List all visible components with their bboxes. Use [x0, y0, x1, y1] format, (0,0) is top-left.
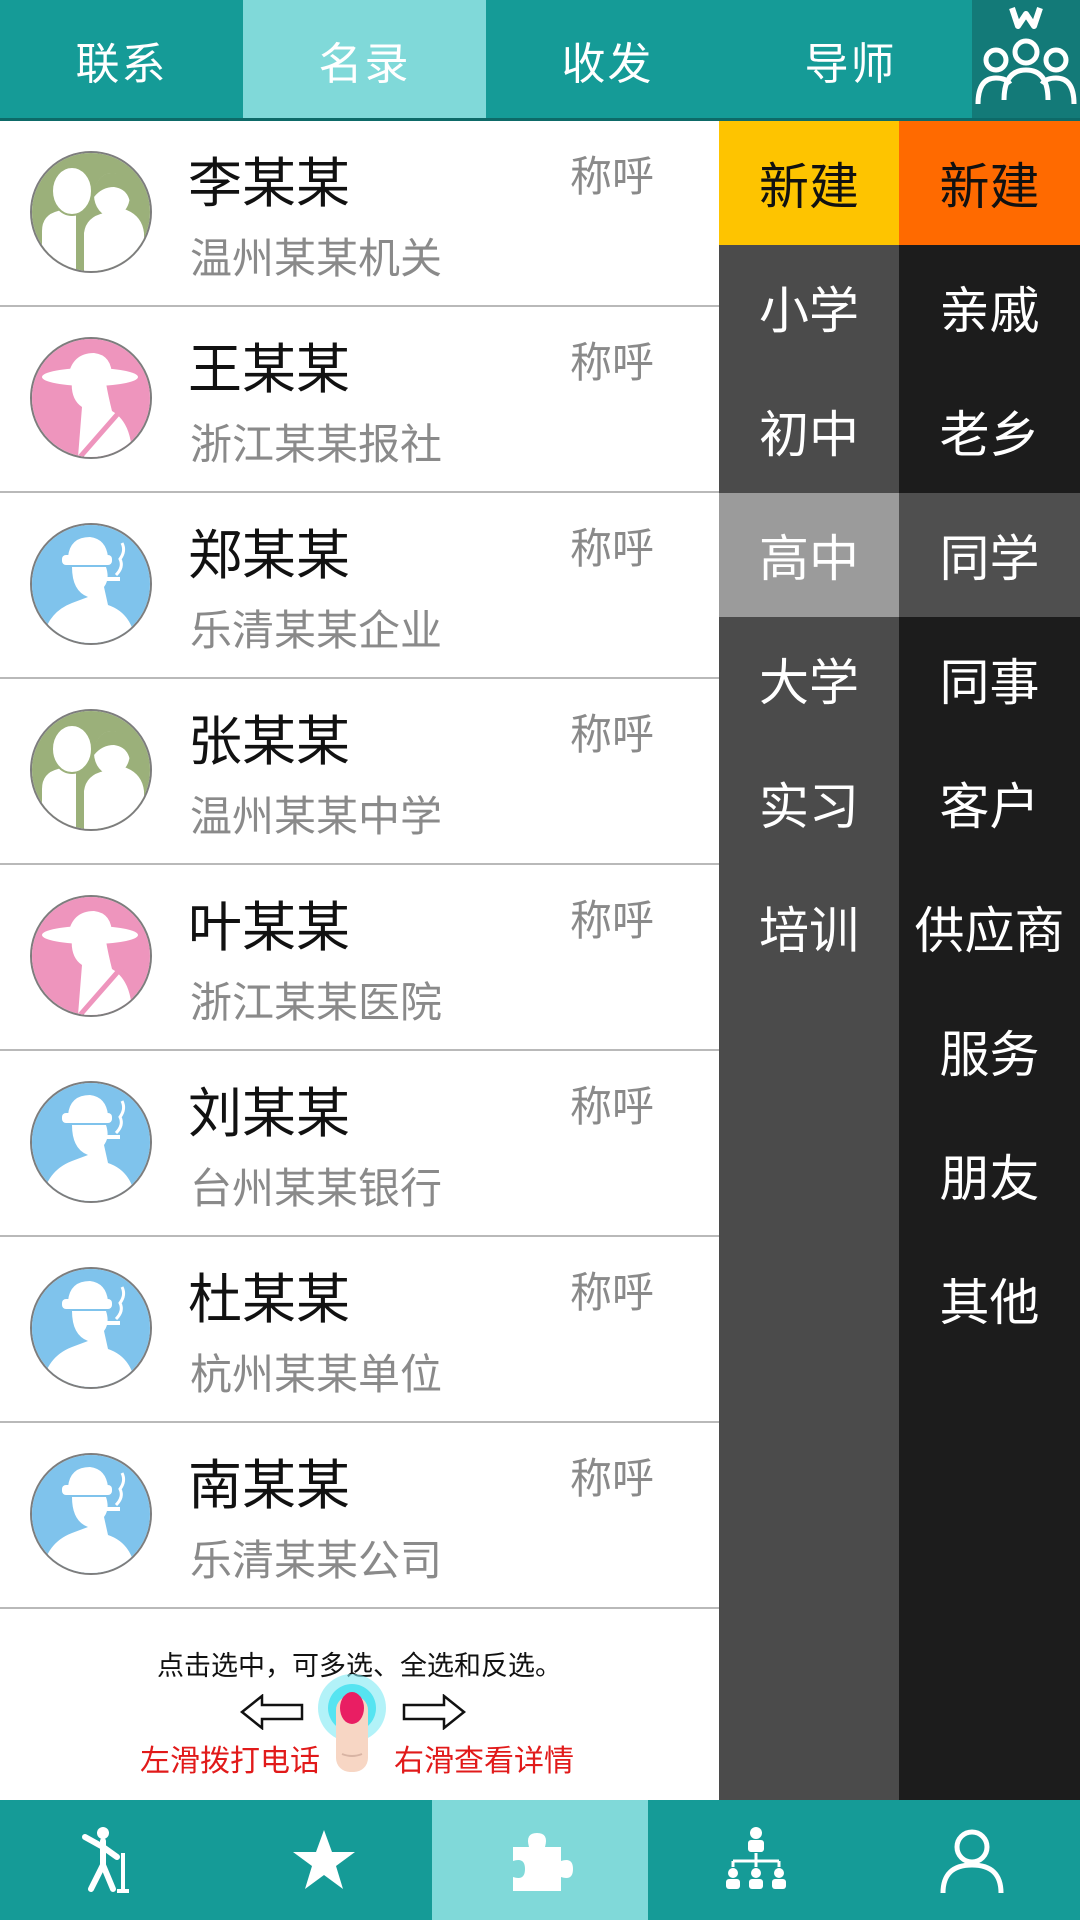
nav-organization[interactable] [648, 1800, 864, 1920]
arrow-left-icon [240, 1694, 304, 1730]
people-group-logo-icon[interactable] [972, 0, 1080, 120]
category-item[interactable]: 同事 [899, 617, 1080, 741]
tab-messages[interactable]: 收发 [486, 0, 729, 120]
contact-appellation: 称呼 [570, 710, 655, 759]
contact-appellation: 称呼 [570, 524, 655, 573]
category-item[interactable]: 初中 [719, 369, 899, 493]
gesture-hint: 点击选中，可多选、全选和反选。 左滑拨打电话 右滑查看详情 [0, 1612, 719, 1800]
man-hat-avatar-icon [30, 1267, 152, 1389]
contact-org: 乐清某某公司 [190, 1536, 443, 1585]
category-column-school: 新建 小学 初中 高中 大学 实习 培训 [719, 121, 899, 1801]
man-hat-avatar-icon [30, 1453, 152, 1575]
contact-org: 杭州某某单位 [190, 1350, 443, 1399]
contact-appellation: 称呼 [570, 1454, 655, 1503]
org-chart-icon [726, 1827, 786, 1889]
tab-mentor[interactable]: 导师 [729, 0, 972, 120]
contact-name: 南某某 [188, 1454, 350, 1517]
contact-row[interactable]: 张某某 温州某某中学 称呼 [0, 679, 719, 865]
woman-hat-avatar-icon [30, 895, 152, 1017]
contact-row[interactable]: 王某某 浙江某某报社 称呼 [0, 307, 719, 493]
contact-row[interactable]: 杜某某 杭州某某单位 称呼 [0, 1237, 719, 1423]
contact-appellation: 称呼 [570, 338, 655, 387]
top-tab-bar: 联系 名录 收发 导师 [0, 0, 1080, 120]
man-hat-avatar-icon [30, 1081, 152, 1203]
new-category-button[interactable]: 新建 [899, 121, 1080, 245]
star-icon [293, 1830, 355, 1889]
contact-row[interactable]: 刘某某 台州某某银行 称呼 [0, 1051, 719, 1237]
contact-org: 浙江某某报社 [190, 420, 443, 469]
contact-org: 温州某某中学 [190, 792, 443, 841]
category-item[interactable]: 亲戚 [899, 245, 1080, 369]
tab-contact[interactable]: 联系 [0, 0, 243, 120]
contact-appellation: 称呼 [570, 1268, 655, 1317]
contact-row[interactable]: 郑某某 乐清某某企业 称呼 [0, 493, 719, 679]
category-item[interactable]: 小学 [719, 245, 899, 369]
category-item[interactable]: 大学 [719, 617, 899, 741]
category-item[interactable]: 实习 [719, 741, 899, 865]
contact-appellation: 称呼 [570, 152, 655, 201]
couple-avatar-icon [30, 709, 152, 831]
contact-name: 张某某 [188, 710, 350, 773]
category-item[interactable]: 朋友 [899, 1113, 1080, 1237]
contact-row[interactable]: 李某某 温州某某机关 称呼 [0, 121, 719, 307]
nav-profile[interactable] [864, 1800, 1080, 1920]
contact-list: 李某某 温州某某机关 称呼 王某某 浙江某某报社 称呼 郑某某 乐清某某企业 称… [0, 121, 719, 1611]
nav-favorites[interactable] [216, 1800, 432, 1920]
couple-avatar-icon [30, 151, 152, 273]
category-item[interactable]: 供应商 [899, 865, 1080, 989]
contact-name: 刘某某 [188, 1082, 350, 1145]
new-category-button[interactable]: 新建 [719, 121, 899, 245]
contact-appellation: 称呼 [570, 1082, 655, 1131]
contact-name: 叶某某 [188, 896, 350, 959]
category-item[interactable]: 客户 [899, 741, 1080, 865]
user-icon [940, 1829, 1004, 1894]
contact-org: 乐清某某企业 [190, 606, 443, 655]
dancer-icon [82, 1827, 129, 1893]
arrow-right-icon [402, 1694, 466, 1730]
contact-name: 王某某 [188, 338, 350, 401]
category-item[interactable]: 老乡 [899, 369, 1080, 493]
category-item-selected[interactable]: 高中 [719, 493, 899, 617]
contact-name: 郑某某 [188, 524, 350, 587]
hint-swipe-right: 右滑查看详情 [394, 1744, 574, 1779]
contact-org: 浙江某某医院 [190, 978, 443, 1027]
nav-dancer[interactable] [0, 1800, 216, 1920]
contact-appellation: 称呼 [570, 896, 655, 945]
contact-name: 杜某某 [188, 1268, 350, 1331]
category-item[interactable]: 培训 [719, 865, 899, 989]
hint-swipe-left: 左滑拨打电话 [140, 1744, 320, 1779]
category-item[interactable]: 服务 [899, 989, 1080, 1113]
category-item-selected[interactable]: 同学 [899, 493, 1080, 617]
contact-org: 温州某某机关 [190, 234, 443, 283]
category-item[interactable]: 其他 [899, 1237, 1080, 1361]
man-hat-avatar-icon [30, 523, 152, 645]
contact-row[interactable]: 南某某 乐清某某公司 称呼 [0, 1423, 719, 1609]
bottom-nav [0, 1800, 1080, 1920]
contact-row[interactable]: 叶某某 浙江某某医院 称呼 [0, 865, 719, 1051]
tab-directory[interactable]: 名录 [243, 0, 486, 120]
category-column-relation: 新建 亲戚 老乡 同学 同事 客户 供应商 服务 朋友 其他 [899, 121, 1080, 1801]
nav-directory[interactable] [432, 1800, 648, 1920]
puzzle-icon [513, 1833, 573, 1891]
contact-org: 台州某某银行 [190, 1164, 443, 1213]
contact-name: 李某某 [188, 152, 350, 215]
woman-hat-avatar-icon [30, 337, 152, 459]
finger-tap-icon [318, 1674, 386, 1772]
